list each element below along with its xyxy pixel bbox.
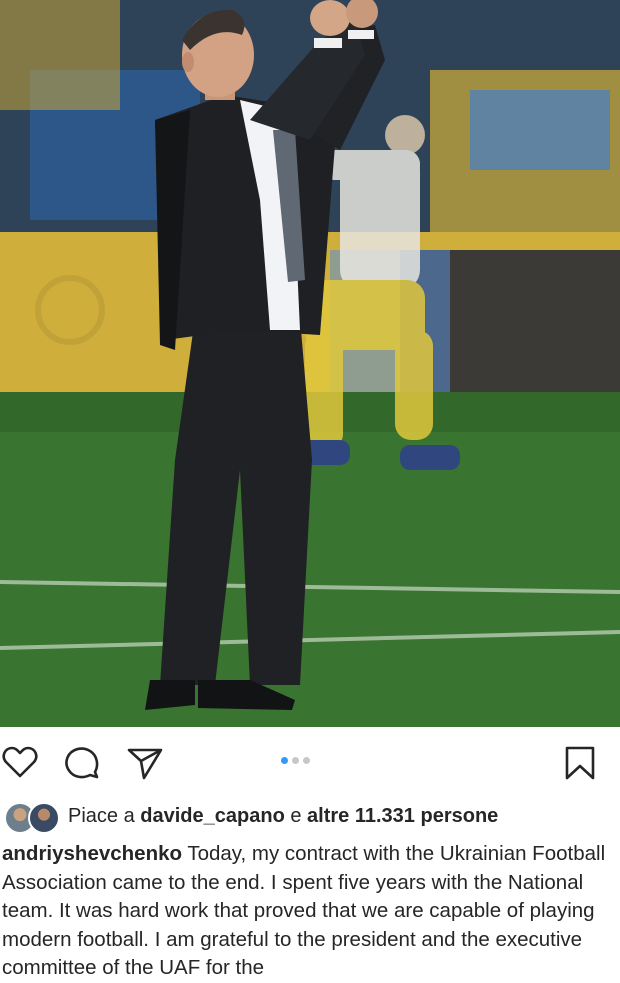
post-photo-scene: [0, 0, 620, 727]
carousel-indicator: [281, 757, 310, 765]
liker-username-link[interactable]: davide_capano: [140, 805, 285, 828]
post-actions-bar: [0, 727, 620, 795]
carousel-dot: [303, 757, 310, 764]
comment-icon: [65, 747, 99, 779]
caption-username-link[interactable]: andriyshevchenko: [2, 842, 182, 865]
liker-avatars[interactable]: [4, 801, 60, 834]
like-button[interactable]: [0, 743, 40, 783]
likes-summary: Piace a davide_capano e altre 11.331 per…: [4, 800, 498, 834]
heart-icon: [2, 746, 38, 778]
comment-button[interactable]: [62, 743, 102, 783]
save-button[interactable]: [560, 743, 600, 783]
carousel-dot: [292, 757, 299, 764]
likes-prefix: Piace a: [68, 804, 135, 827]
share-button[interactable]: [124, 743, 164, 783]
carousel-dot-active: [281, 757, 288, 764]
likes-joiner: e: [290, 804, 302, 827]
paper-plane-icon: [127, 748, 163, 780]
avatar: [28, 802, 60, 834]
post-photo[interactable]: [0, 0, 620, 727]
post-caption: andriyshevchenko Today, my contract with…: [2, 840, 614, 983]
likes-others-link[interactable]: altre 11.331 persone: [307, 805, 498, 828]
bookmark-icon: [565, 746, 595, 780]
